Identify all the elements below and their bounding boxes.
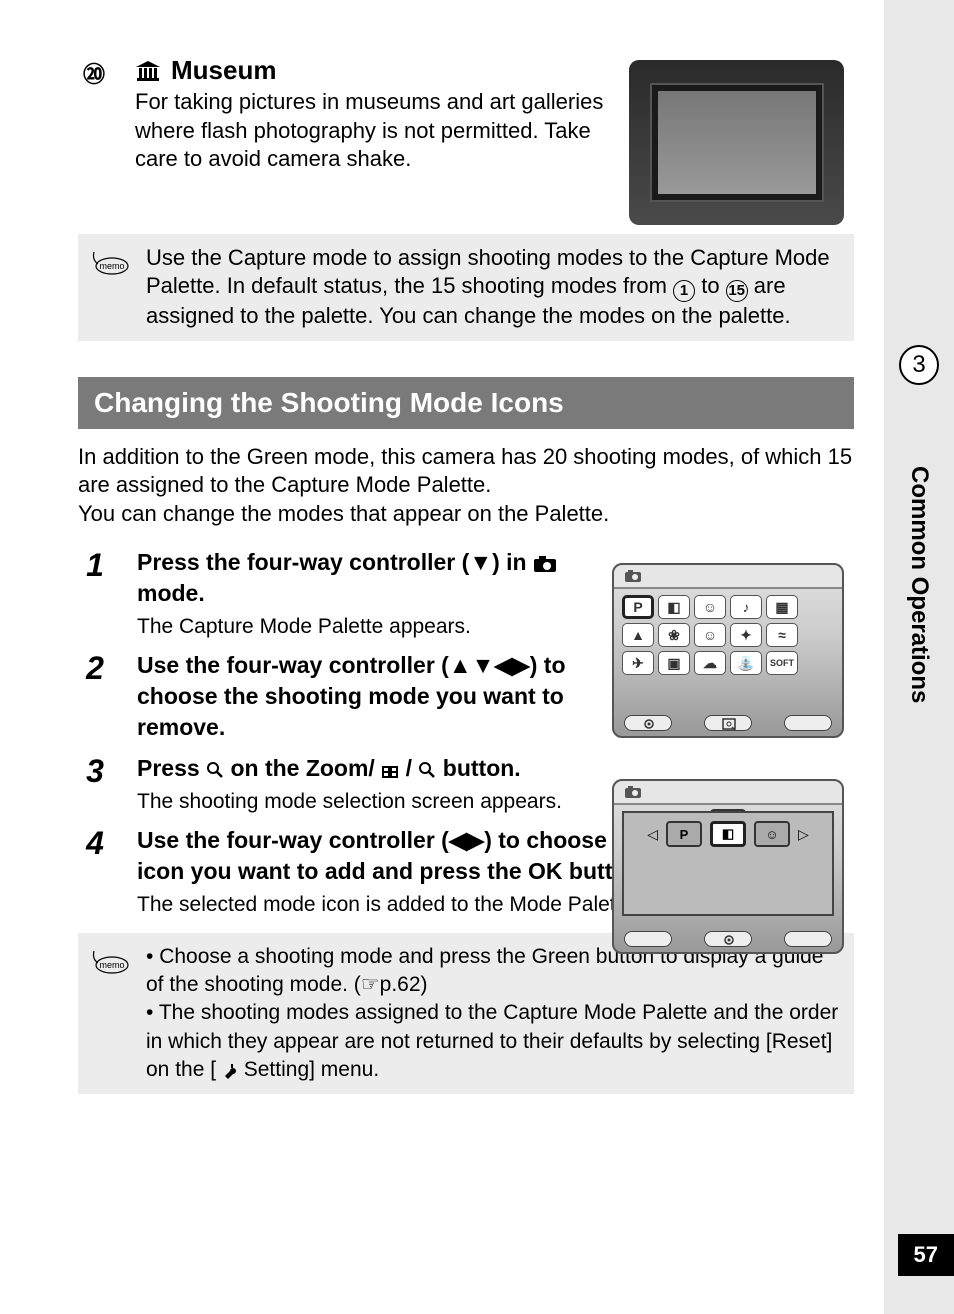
memo-icon: memo xyxy=(90,947,130,980)
magnify-icon xyxy=(206,761,224,779)
step-description: The Capture Mode Palette appears. xyxy=(137,613,577,640)
mode-icon: ▲ xyxy=(622,623,654,647)
mode-icon: ☺ xyxy=(694,623,726,647)
lcd-screen-palette: P ◧ ☺ ♪ ▦ ▲ ❀ ☺ ✦ ≈ ✈ ▣ ☁ ⛲ SOFT xyxy=(612,563,844,738)
chapter-label: Common Operations xyxy=(905,405,933,765)
mode-icon: ♪ xyxy=(730,595,762,619)
mode-icon: ✦ xyxy=(730,623,762,647)
mode-icon: ⛲ xyxy=(730,651,762,675)
memo-list: Choose a shooting mode and press the Gre… xyxy=(146,943,840,1085)
mode-icon: ☁ xyxy=(694,651,726,675)
svg-text:memo: memo xyxy=(99,261,124,271)
mode-icon: P xyxy=(622,595,654,619)
mode-icon: ▣ xyxy=(658,651,690,675)
step-number: 2 xyxy=(78,650,112,687)
step-number: 4 xyxy=(78,825,112,862)
memo-icon: memo xyxy=(90,248,130,281)
mode-icon: ❀ xyxy=(658,623,690,647)
right-arrow-icon: ▷ xyxy=(798,826,809,843)
bottom-button xyxy=(624,715,672,731)
magnify-icon xyxy=(418,761,436,779)
museum-icon xyxy=(135,60,161,82)
grid-icon xyxy=(381,765,399,779)
memo-item: The shooting modes assigned to the Captu… xyxy=(146,999,840,1084)
mode-icon: ✈ xyxy=(622,651,654,675)
chapter-number: 3 xyxy=(899,345,939,385)
step-number: 1 xyxy=(78,547,112,584)
lcd-screen-selection: P ◁ P ◧ ☺ ▷ xyxy=(612,779,844,954)
camera-icon xyxy=(624,569,642,583)
mode-icon: SOFT xyxy=(766,651,798,675)
page-number: 57 xyxy=(898,1234,954,1276)
mode-icon: ≈ xyxy=(766,623,798,647)
bottom-button xyxy=(624,931,672,947)
wrench-icon xyxy=(222,1063,238,1079)
step-description: The shooting mode selection screen appea… xyxy=(137,788,577,815)
mode-number: ⑳ xyxy=(78,57,110,89)
section-intro: In addition to the Green mode, this came… xyxy=(78,443,854,529)
mode-option: ☺ xyxy=(754,821,790,847)
mode-option: P xyxy=(666,821,702,847)
example-photo xyxy=(629,60,844,225)
mode-option-selected: ◧ xyxy=(710,821,746,847)
bottom-button xyxy=(704,715,752,731)
memo-note: memo Use the Capture mode to assign shoo… xyxy=(78,234,854,341)
step-title: Use the four-way controller (▲▼◀▶) to ch… xyxy=(137,650,597,743)
mode-icon: ☺ xyxy=(694,595,726,619)
step-title: Press the four-way controller (▼) in mod… xyxy=(137,547,597,609)
section-heading: Changing the Shooting Mode Icons xyxy=(78,377,854,429)
memo-note: memo Choose a shooting mode and press th… xyxy=(78,933,854,1095)
left-arrow-icon: ◁ xyxy=(647,826,658,843)
mode-icon: ▦ xyxy=(766,595,798,619)
mode-description: For taking pictures in museums and art g… xyxy=(135,88,615,174)
bottom-button xyxy=(784,931,832,947)
bottom-button xyxy=(704,931,752,947)
svg-text:memo: memo xyxy=(99,960,124,970)
chapter-tab: 3 Common Operations xyxy=(884,345,954,785)
memo-text: Use the Capture mode to assign shooting … xyxy=(146,244,840,331)
bottom-button xyxy=(784,715,832,731)
camera-icon xyxy=(533,555,557,573)
step-number: 3 xyxy=(78,753,112,790)
step-title: Press on the Zoom/ / button. xyxy=(137,753,597,784)
camera-icon xyxy=(624,785,642,799)
mode-icon: ◧ xyxy=(658,595,690,619)
